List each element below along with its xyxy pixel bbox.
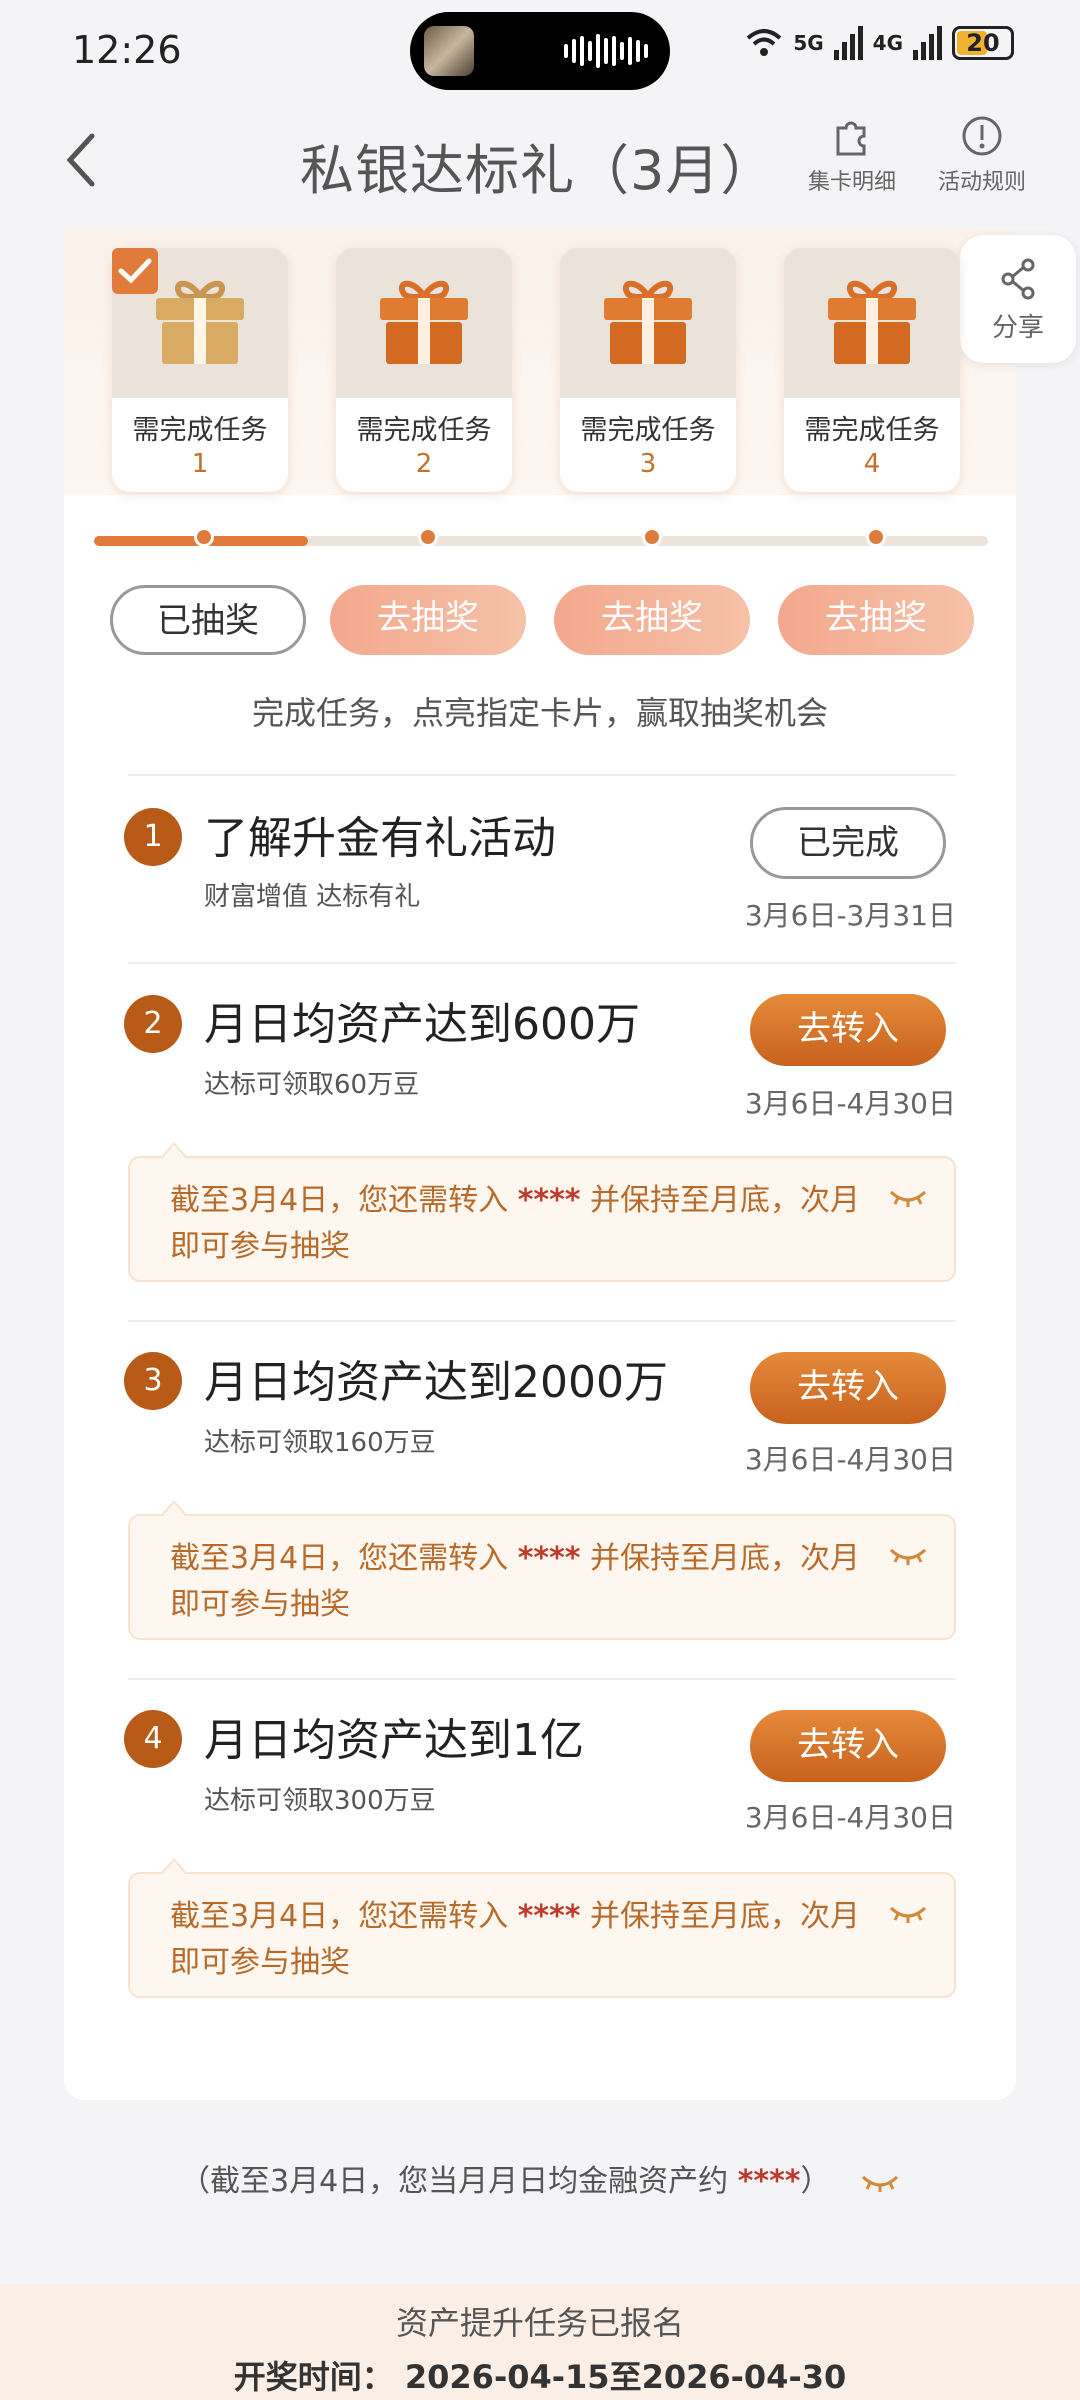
progress-dot (194, 527, 214, 547)
card-detail-button[interactable]: 集卡明细 (808, 114, 896, 196)
gift-label: 需完成任务 (356, 415, 492, 446)
eye-closed-icon[interactable] (860, 2171, 900, 2195)
rules-button[interactable]: 活动规则 (938, 114, 1026, 196)
registration-banner: 资产提升任务已报名 开奖时间： 2026-04-15至2026-04-30 (0, 2284, 1080, 2400)
battery-icon: 20 (952, 26, 1014, 60)
task-subtitle: 达标可领取300万豆 (204, 1786, 436, 1816)
task-number-badge: 4 (124, 1710, 182, 1768)
gift-box-icon (604, 280, 692, 364)
gift-art (336, 248, 512, 398)
asset-note: （截至3月4日，您当月月日均金融资产约 ****） (0, 2156, 1080, 2200)
task-title: 月日均资产达到1亿 (204, 1715, 584, 1766)
banner-draw-time: 开奖时间： 2026-04-15至2026-04-30 (233, 2358, 847, 2396)
gift-card-2[interactable]: 需完成任务 2 (336, 248, 512, 492)
signal-icon (833, 26, 863, 60)
gift-box-icon (380, 280, 468, 364)
task-title: 了解升金有礼活动 (204, 813, 556, 864)
back-button[interactable] (60, 130, 120, 200)
gift-art (560, 248, 736, 398)
task-hint: 完成任务，点亮指定卡片，赢取抽奖机会 (251, 694, 828, 732)
transfer-in-button[interactable]: 去转入 (750, 1352, 946, 1424)
masked-amount: **** (517, 1541, 581, 1576)
task-date: 3月6日-4月30日 (744, 1801, 956, 1834)
gift-task-number: 1 (191, 449, 209, 479)
gift-card-4[interactable]: 需完成任务 4 (784, 248, 960, 492)
masked-amount: **** (517, 1183, 581, 1218)
gift-task-number: 4 (863, 449, 881, 479)
info-icon (962, 116, 1002, 156)
divider (128, 962, 956, 964)
eye-closed-icon[interactable] (888, 1902, 928, 1926)
progress-dot (866, 527, 886, 547)
status-time: 12:26 (72, 28, 182, 72)
gift-art (784, 248, 960, 398)
transfer-in-button[interactable]: 去转入 (750, 1710, 946, 1782)
masked-amount: **** (737, 2164, 801, 2199)
rules-label: 活动规则 (938, 170, 1027, 195)
audio-wave-icon (564, 34, 648, 68)
divider (128, 1678, 956, 1680)
task-date: 3月6日-3月31日 (744, 899, 956, 932)
chevron-left-icon (66, 133, 95, 187)
eye-closed-icon[interactable] (888, 1186, 928, 1210)
draw-button[interactable]: 去抽奖 (778, 585, 974, 655)
status-bar: 12:26 5G 4G 20 (0, 0, 1080, 100)
network-5g-label: 5G (793, 31, 824, 55)
gift-box-icon (828, 280, 916, 364)
puzzle-icon (836, 121, 866, 156)
task-number-badge: 2 (124, 995, 182, 1053)
progress-dot (642, 527, 662, 547)
page-title: 私银达标礼（3月） (300, 139, 776, 202)
signal-icon (913, 26, 942, 60)
task-date: 3月6日-4月30日 (744, 1087, 956, 1120)
progress-dot (418, 527, 438, 547)
task-subtitle: 财富增值 达标有礼 (204, 882, 421, 912)
draw-button[interactable]: 去抽奖 (330, 585, 526, 655)
masked-amount: **** (517, 1899, 581, 1934)
task-subtitle: 达标可领取60万豆 (204, 1070, 420, 1100)
card-detail-label: 集卡明细 (808, 170, 897, 195)
divider (128, 1320, 956, 1322)
task-tip: 截至3月4日，您还需转入 **** 并保持至月底，次月即可参与抽奖 (128, 1142, 956, 1282)
task-subtitle: 达标可领取160万豆 (204, 1428, 436, 1458)
share-button[interactable]: 分享 (960, 235, 1076, 363)
draw-button[interactable]: 去抽奖 (554, 585, 750, 655)
task-title: 月日均资产达到2000万 (204, 1357, 668, 1408)
gift-task-number: 2 (415, 449, 433, 479)
checked-badge (112, 248, 158, 294)
gift-task-number: 3 (639, 449, 657, 479)
share-icon (1001, 258, 1035, 300)
gift-label: 需完成任务 (804, 415, 940, 446)
status-icons: 5G 4G 20 (745, 26, 1014, 60)
divider (128, 774, 956, 776)
gift-card-3[interactable]: 需完成任务 3 (560, 248, 736, 492)
transfer-in-button[interactable]: 去转入 (750, 994, 946, 1066)
network-4g-label: 4G (872, 31, 903, 55)
drawn-button[interactable]: 已抽奖 (110, 585, 306, 655)
task-number-badge: 1 (124, 808, 182, 866)
checkmark-icon (118, 258, 152, 284)
progress-track (94, 536, 988, 546)
wifi-icon (746, 29, 782, 56)
task-tip: 截至3月4日，您还需转入 **** 并保持至月底，次月即可参与抽奖 (128, 1500, 956, 1640)
banner-status: 资产提升任务已报名 (395, 2304, 684, 2342)
task-tip: 截至3月4日，您还需转入 **** 并保持至月底，次月即可参与抽奖 (128, 1858, 956, 1998)
nav-bar: 私银达标礼（3月） 集卡明细 活动规则 (0, 100, 1080, 230)
gift-label: 需完成任务 (580, 415, 716, 446)
gift-label: 需完成任务 (132, 415, 268, 446)
media-thumbnail (424, 26, 474, 76)
task-date: 3月6日-4月30日 (744, 1443, 956, 1476)
dynamic-island[interactable] (410, 12, 670, 90)
task-number-badge: 3 (124, 1352, 182, 1410)
gift-box-icon (156, 280, 244, 364)
share-label: 分享 (991, 313, 1044, 343)
task-completed-button[interactable]: 已完成 (750, 807, 946, 879)
eye-closed-icon[interactable] (888, 1544, 928, 1568)
task-title: 月日均资产达到600万 (204, 999, 640, 1050)
